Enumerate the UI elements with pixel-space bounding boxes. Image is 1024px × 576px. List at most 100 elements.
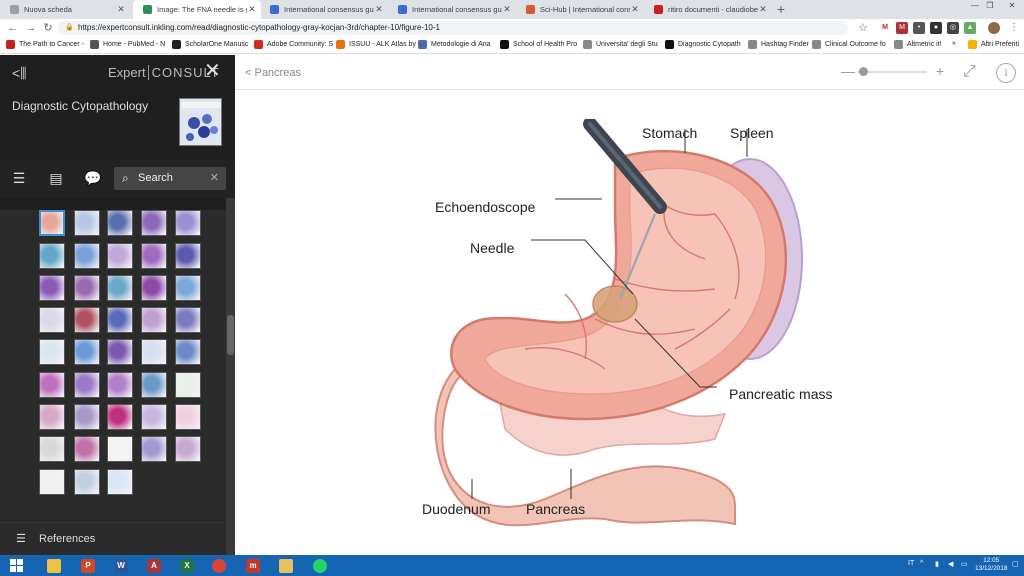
bookmark-item[interactable]: ScholarOne Manusc [172,40,248,49]
extension-red-icon[interactable]: M [896,22,908,34]
tab-close-icon[interactable]: ✕ [374,4,384,15]
extension-globe-icon[interactable]: ◎ [947,22,959,34]
taskbar-powerpoint-button[interactable]: P [78,556,98,575]
search-input[interactable]: ⌕ Search ✕ [114,167,226,190]
browser-tab[interactable]: Sci-Hub | International consens✕ [516,0,644,19]
figure-thumbnail[interactable] [107,243,133,269]
close-icon[interactable]: ✕ [204,61,221,81]
bookmark-item[interactable]: The Path to Cancer - [6,40,84,49]
figure-thumbnail[interactable] [39,275,65,301]
figure-thumbnail[interactable] [39,469,65,495]
figure-thumbnail[interactable] [175,372,201,398]
reload-icon[interactable]: ↻ [41,21,55,35]
notes-icon[interactable]: ▤ [47,169,65,187]
taskbar-app-red-button[interactable]: m [243,556,263,575]
figure-thumbnail[interactable] [141,275,167,301]
sidebar-scrollbar[interactable] [226,198,235,555]
tab-close-icon[interactable]: ✕ [758,4,768,15]
toc-list-icon[interactable]: ☰ [10,169,28,187]
gmail-extension-icon[interactable]: M [879,22,891,34]
taskbar-whatsapp-button[interactable] [310,556,330,575]
system-clock[interactable]: 12:05 13/12/2018 [975,557,1008,573]
extension-green-icon[interactable]: ▲ [964,22,976,34]
tab-close-icon[interactable]: ✕ [502,4,512,15]
network-icon[interactable]: ▮ [935,560,939,568]
forward-icon[interactable]: → [24,21,38,35]
tray-chevron-icon[interactable]: ^ [920,560,923,567]
bookmark-item[interactable]: Home - PubMed - N [90,40,165,49]
bookmarks-overflow-icon[interactable]: » [952,40,956,47]
figure-thumbnail[interactable] [39,243,65,269]
browser-tab[interactable]: Nuova scheda ✕ [0,0,130,19]
figure-thumbnail[interactable] [141,307,167,333]
taskbar-chrome-button[interactable] [209,556,229,575]
figure-thumbnail[interactable] [39,339,65,365]
browser-menu-icon[interactable]: ⋮ [1007,21,1021,35]
minimize-icon[interactable]: — [968,1,982,10]
url-bar[interactable]: 🔒 https://expertconsult.inkling.com/read… [58,21,848,35]
figure-thumbnail[interactable] [175,339,201,365]
book-cover[interactable] [179,98,222,146]
comments-icon[interactable]: 💬 [84,169,102,187]
bookmark-item[interactable]: Diagnostic Cytopath [665,40,741,49]
browser-tab[interactable]: International consensus guideli✕ [388,0,516,19]
figure-thumbnail[interactable] [175,436,201,462]
bookmark-item[interactable]: School of Health Pro [500,40,577,49]
figure-thumbnail[interactable] [107,210,133,236]
tab-close-icon[interactable]: ✕ [247,4,257,15]
new-tab-button[interactable]: + [773,2,789,17]
maximize-icon[interactable]: ❐ [983,1,997,10]
figure-thumbnail[interactable] [74,469,100,495]
figure-thumbnail[interactable] [107,372,133,398]
taskbar-access-button[interactable]: A [144,556,164,575]
window-close-icon[interactable]: ✕ [1005,1,1019,10]
bookmark-item[interactable]: Clinical Outcome fo [812,40,886,49]
zoom-out-icon[interactable]: — [841,63,855,79]
figure-thumbnail[interactable] [107,469,133,495]
figure-thumbnail[interactable] [74,275,100,301]
figure-thumbnail[interactable] [39,307,65,333]
references-link[interactable]: ☰ References [0,522,226,555]
figure-thumbnail[interactable] [39,210,65,236]
info-icon[interactable]: i [996,63,1016,83]
figure-thumbnail[interactable] [107,275,133,301]
figure-thumbnail[interactable] [74,404,100,430]
profile-avatar[interactable] [988,22,1000,34]
figure-thumbnail[interactable] [74,372,100,398]
figure-thumbnail[interactable] [107,339,133,365]
figure-thumbnail[interactable] [175,275,201,301]
figure-thumbnail[interactable] [107,307,133,333]
figure-thumbnail[interactable] [175,210,201,236]
battery-icon[interactable]: ▭ [961,560,968,568]
language-indicator[interactable]: IT [908,560,914,567]
back-icon[interactable]: ← [6,21,20,35]
bookmark-item[interactable]: ISSUU - ALK Atlas by [336,40,416,49]
figure-thumbnail[interactable] [74,339,100,365]
taskbar-app-user-button[interactable] [276,556,296,575]
extension-icon[interactable]: • [913,22,925,34]
browser-tab[interactable]: International consensus guideli✕ [260,0,388,19]
notifications-icon[interactable]: ▢ [1012,560,1019,568]
figure-thumbnail[interactable] [141,210,167,236]
bookmark-item[interactable]: Hashtag Finder [748,40,809,49]
figure-thumbnail[interactable] [141,339,167,365]
figure-thumbnail[interactable] [107,404,133,430]
zoom-in-icon[interactable]: + [936,63,944,79]
figure-thumbnail[interactable] [74,210,100,236]
figure-thumbnail[interactable] [175,243,201,269]
library-icon[interactable]: <⫼ [12,65,27,82]
figure-thumbnail[interactable] [141,436,167,462]
bookmark-item[interactable]: Metodologie di Ana [418,40,491,49]
breadcrumb[interactable]: < Pancreas [245,67,301,79]
star-icon[interactable]: ☆ [856,21,870,35]
figure-thumbnail[interactable] [175,404,201,430]
volume-icon[interactable]: ◀ [948,560,953,568]
bookmark-item[interactable]: Altri Preferiti [968,40,1019,49]
taskbar-excel-button[interactable]: X [177,556,197,575]
fullscreen-icon[interactable]: ⤢ [963,63,976,81]
taskbar-word-button[interactable]: W [111,556,131,575]
clear-search-icon[interactable]: ✕ [210,167,219,190]
figure-thumbnail[interactable] [39,436,65,462]
bookmark-item[interactable]: Adobe Community: S [254,40,333,49]
figure-thumbnail[interactable] [141,404,167,430]
